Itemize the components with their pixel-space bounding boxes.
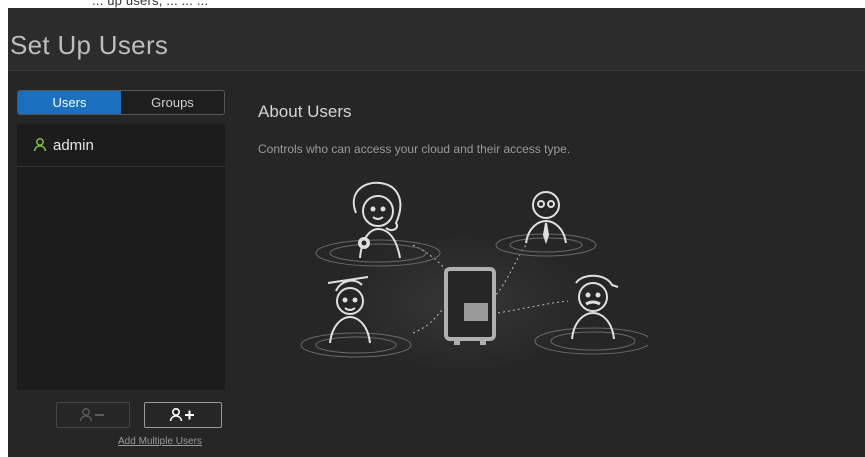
person-man-tie-icon bbox=[525, 191, 567, 245]
remove-user-button[interactable] bbox=[56, 402, 130, 428]
about-users-title: About Users bbox=[258, 102, 352, 121]
about-users-description: Controls who can access your cloud and t… bbox=[258, 142, 571, 156]
app-window: Set Up Users Users Groups admin Add Mult… bbox=[8, 8, 865, 457]
top-strip: ... up users, ... ... ... bbox=[0, 0, 865, 8]
user-icon bbox=[33, 138, 47, 152]
user-name: admin bbox=[53, 136, 94, 154]
user-minus-icon bbox=[79, 408, 104, 422]
users-cloud-illustration bbox=[300, 181, 648, 373]
page-header: Set Up Users bbox=[8, 8, 865, 71]
top-strip-text: ... up users, ... ... ... bbox=[92, 0, 209, 8]
cloud-device-icon bbox=[444, 267, 496, 345]
list-item-admin[interactable]: admin bbox=[17, 124, 225, 167]
user-list: admin bbox=[17, 124, 225, 390]
tab-bar: Users Groups bbox=[17, 90, 225, 115]
add-user-button[interactable] bbox=[144, 402, 222, 428]
tab-users[interactable]: Users bbox=[18, 91, 121, 114]
add-multiple-users-link[interactable]: Add Multiple Users bbox=[118, 436, 202, 447]
gear-icon bbox=[358, 237, 370, 249]
tab-groups[interactable]: Groups bbox=[121, 91, 224, 114]
page-title: Set Up Users bbox=[10, 30, 169, 60]
user-plus-icon bbox=[169, 407, 194, 422]
